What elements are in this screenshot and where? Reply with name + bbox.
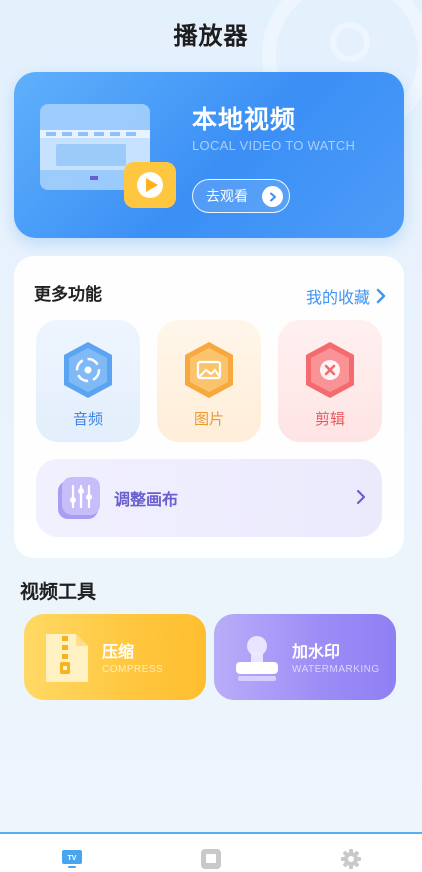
chevron-right-icon xyxy=(262,186,283,207)
tile-image[interactable]: 图片 xyxy=(157,320,261,442)
local-video-card[interactable]: 本地视频 LOCAL VIDEO TO WATCH 去观看 xyxy=(14,72,404,238)
video-illustration-icon xyxy=(40,104,176,208)
section-title-more: 更多功能 xyxy=(34,285,102,305)
tile-cut[interactable]: 剪辑 xyxy=(278,320,382,442)
compress-button[interactable]: 压缩 COMPRESS xyxy=(24,614,206,700)
stamp-icon xyxy=(236,636,278,681)
watermark-button[interactable]: 加水印 WATERMARKING xyxy=(214,614,396,700)
settings-icon[interactable] xyxy=(339,848,363,870)
tile-audio-label: 音频 xyxy=(72,410,103,428)
zip-icon xyxy=(46,634,88,682)
hero-title: 本地视频 xyxy=(192,105,297,134)
watch-button-label: 去观看 xyxy=(206,189,248,205)
section-title-video-tools: 视频工具 xyxy=(20,581,97,603)
compress-sublabel: COMPRESS xyxy=(102,664,164,675)
image-icon xyxy=(185,342,233,398)
hero-subtitle: LOCAL VIDEO TO WATCH xyxy=(192,138,356,153)
watermark-label: 加水印 xyxy=(292,642,341,661)
gallery-icon[interactable] xyxy=(199,848,223,870)
watermark-sublabel: WATERMARKING xyxy=(292,664,380,675)
watch-button[interactable]: 去观看 xyxy=(192,179,290,213)
page-title: 播放器 xyxy=(173,22,249,50)
favorites-label: 我的收藏 xyxy=(305,288,370,307)
svg-text:TV: TV xyxy=(68,855,77,862)
equalizer-icon xyxy=(58,477,100,519)
adjust-canvas-label: 调整画布 xyxy=(114,490,179,509)
audio-icon xyxy=(64,342,112,398)
adjust-canvas-button[interactable]: 调整画布 xyxy=(36,459,382,537)
more-features-card: 更多功能 我的收藏 音频 图片 剪辑 调整画布 xyxy=(14,256,404,558)
tile-cut-label: 剪辑 xyxy=(314,410,345,428)
tile-audio[interactable]: 音频 xyxy=(36,320,140,442)
chevron-right-icon xyxy=(356,489,366,505)
bottom-nav: TV xyxy=(0,832,422,872)
cut-icon xyxy=(306,342,354,398)
compress-label: 压缩 xyxy=(102,642,135,661)
tile-image-label: 图片 xyxy=(193,410,224,428)
tv-icon[interactable]: TV xyxy=(60,848,84,870)
my-favorites-link[interactable]: 我的收藏 xyxy=(306,284,386,308)
chevron-right-icon xyxy=(376,288,386,304)
